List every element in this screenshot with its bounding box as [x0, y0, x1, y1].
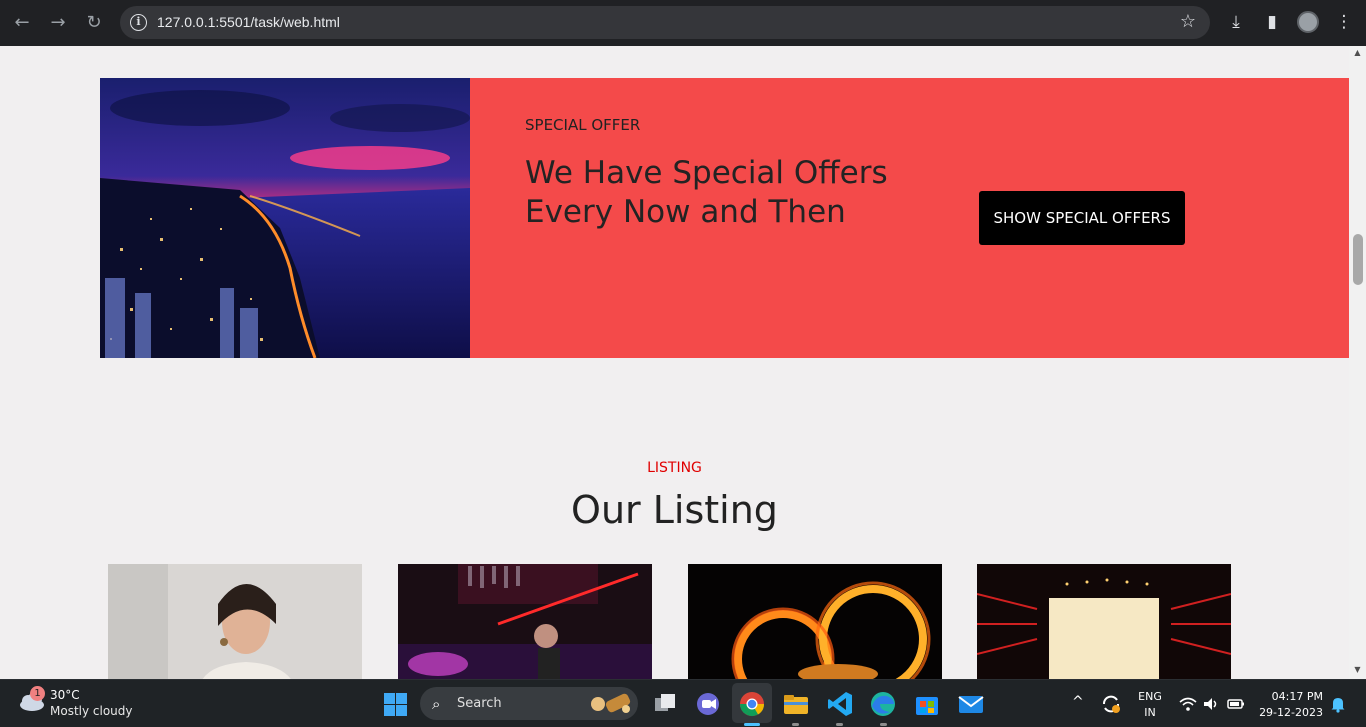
- forward-icon[interactable]: →: [45, 10, 71, 36]
- weather-badge: 1: [30, 686, 45, 701]
- weather-condition[interactable]: Mostly cloudy: [50, 704, 133, 718]
- listing-card[interactable]: [977, 564, 1231, 679]
- clock-time: 04:17 PM: [1271, 690, 1323, 703]
- site-info-icon[interactable]: i: [130, 14, 147, 31]
- microsoft-store-icon[interactable]: [912, 689, 942, 719]
- listing-title: Our Listing: [571, 488, 778, 532]
- taskbar-clock[interactable]: 04:17 PM 29-12-2023: [1257, 689, 1323, 721]
- vscode-icon[interactable]: [825, 689, 855, 719]
- chrome-running-indicator: [744, 723, 760, 726]
- show-hidden-icons-chevron-icon[interactable]: ^: [1072, 694, 1084, 710]
- menu-kebab-icon[interactable]: ⋮: [1332, 10, 1356, 34]
- language-indicator[interactable]: ENG IN: [1138, 689, 1162, 721]
- back-icon[interactable]: ←: [9, 10, 35, 36]
- bar-image: [398, 564, 652, 679]
- teams-chat-icon[interactable]: [693, 689, 723, 719]
- language-region: IN: [1144, 706, 1156, 719]
- city-night-image: [100, 78, 470, 358]
- listing-card[interactable]: [108, 564, 362, 679]
- address-bar[interactable]: i 127.0.0.1:5501/task/web.html ☆: [120, 6, 1210, 39]
- search-label: Search: [457, 696, 502, 711]
- offer-title: We Have Special Offers Every Now and The…: [525, 155, 888, 230]
- task-view-icon[interactable]: [650, 689, 680, 719]
- edge-icon[interactable]: [868, 689, 898, 719]
- scroll-thumb[interactable]: [1353, 234, 1363, 285]
- side-panel-icon[interactable]: ▮: [1260, 10, 1284, 34]
- windows-start-icon[interactable]: [384, 693, 407, 716]
- search-highlight-icon: [591, 693, 631, 713]
- woman-portrait-image: [108, 564, 362, 679]
- sync-icon[interactable]: [1100, 693, 1122, 715]
- scroll-down-icon[interactable]: ▼: [1349, 663, 1366, 677]
- listing-tag: LISTING: [647, 460, 702, 476]
- language-code: ENG: [1138, 690, 1162, 703]
- offer-tag: SPECIAL OFFER: [525, 116, 641, 134]
- chrome-icon[interactable]: [737, 689, 767, 719]
- cinema-screen-image: [977, 564, 1231, 679]
- fire-ring-image: [688, 564, 942, 679]
- listing-card[interactable]: [688, 564, 942, 679]
- profile-avatar[interactable]: [1297, 11, 1319, 33]
- listing-card[interactable]: [398, 564, 652, 679]
- volume-icon[interactable]: [1201, 694, 1221, 714]
- page-content: SPECIAL OFFER We Have Special Offers Eve…: [0, 46, 1366, 679]
- download-icon[interactable]: ⤓: [1224, 10, 1248, 34]
- star-icon[interactable]: ☆: [1180, 11, 1196, 32]
- special-offer-banner: SPECIAL OFFER We Have Special Offers Eve…: [100, 78, 1349, 358]
- clock-date: 29-12-2023: [1259, 706, 1323, 719]
- scroll-up-icon[interactable]: ▲: [1349, 46, 1366, 60]
- file-explorer-icon[interactable]: [781, 689, 811, 719]
- url-text[interactable]: 127.0.0.1:5501/task/web.html: [157, 14, 340, 30]
- edge-running-indicator: [880, 723, 887, 726]
- weather-temp[interactable]: 30°C: [50, 688, 80, 702]
- wifi-icon[interactable]: [1178, 694, 1198, 714]
- page-scrollbar[interactable]: ▲ ▼: [1349, 46, 1366, 679]
- reload-icon[interactable]: ↻: [81, 10, 107, 36]
- show-special-offers-button[interactable]: SHOW SPECIAL OFFERS: [979, 191, 1185, 245]
- mail-icon[interactable]: [956, 689, 986, 719]
- vscode-running-indicator: [836, 723, 843, 726]
- browser-toolbar: ← → ↻ i 127.0.0.1:5501/task/web.html ☆ ⤓…: [0, 0, 1366, 46]
- taskbar-search[interactable]: ⌕ Search: [420, 687, 638, 720]
- search-icon: ⌕: [432, 695, 441, 713]
- windows-taskbar: 1 30°C Mostly cloudy ⌕ Search ^ ENG IN 0…: [0, 679, 1366, 727]
- explorer-running-indicator: [792, 723, 799, 726]
- battery-icon[interactable]: [1226, 694, 1246, 714]
- notification-bell-icon[interactable]: [1330, 695, 1346, 713]
